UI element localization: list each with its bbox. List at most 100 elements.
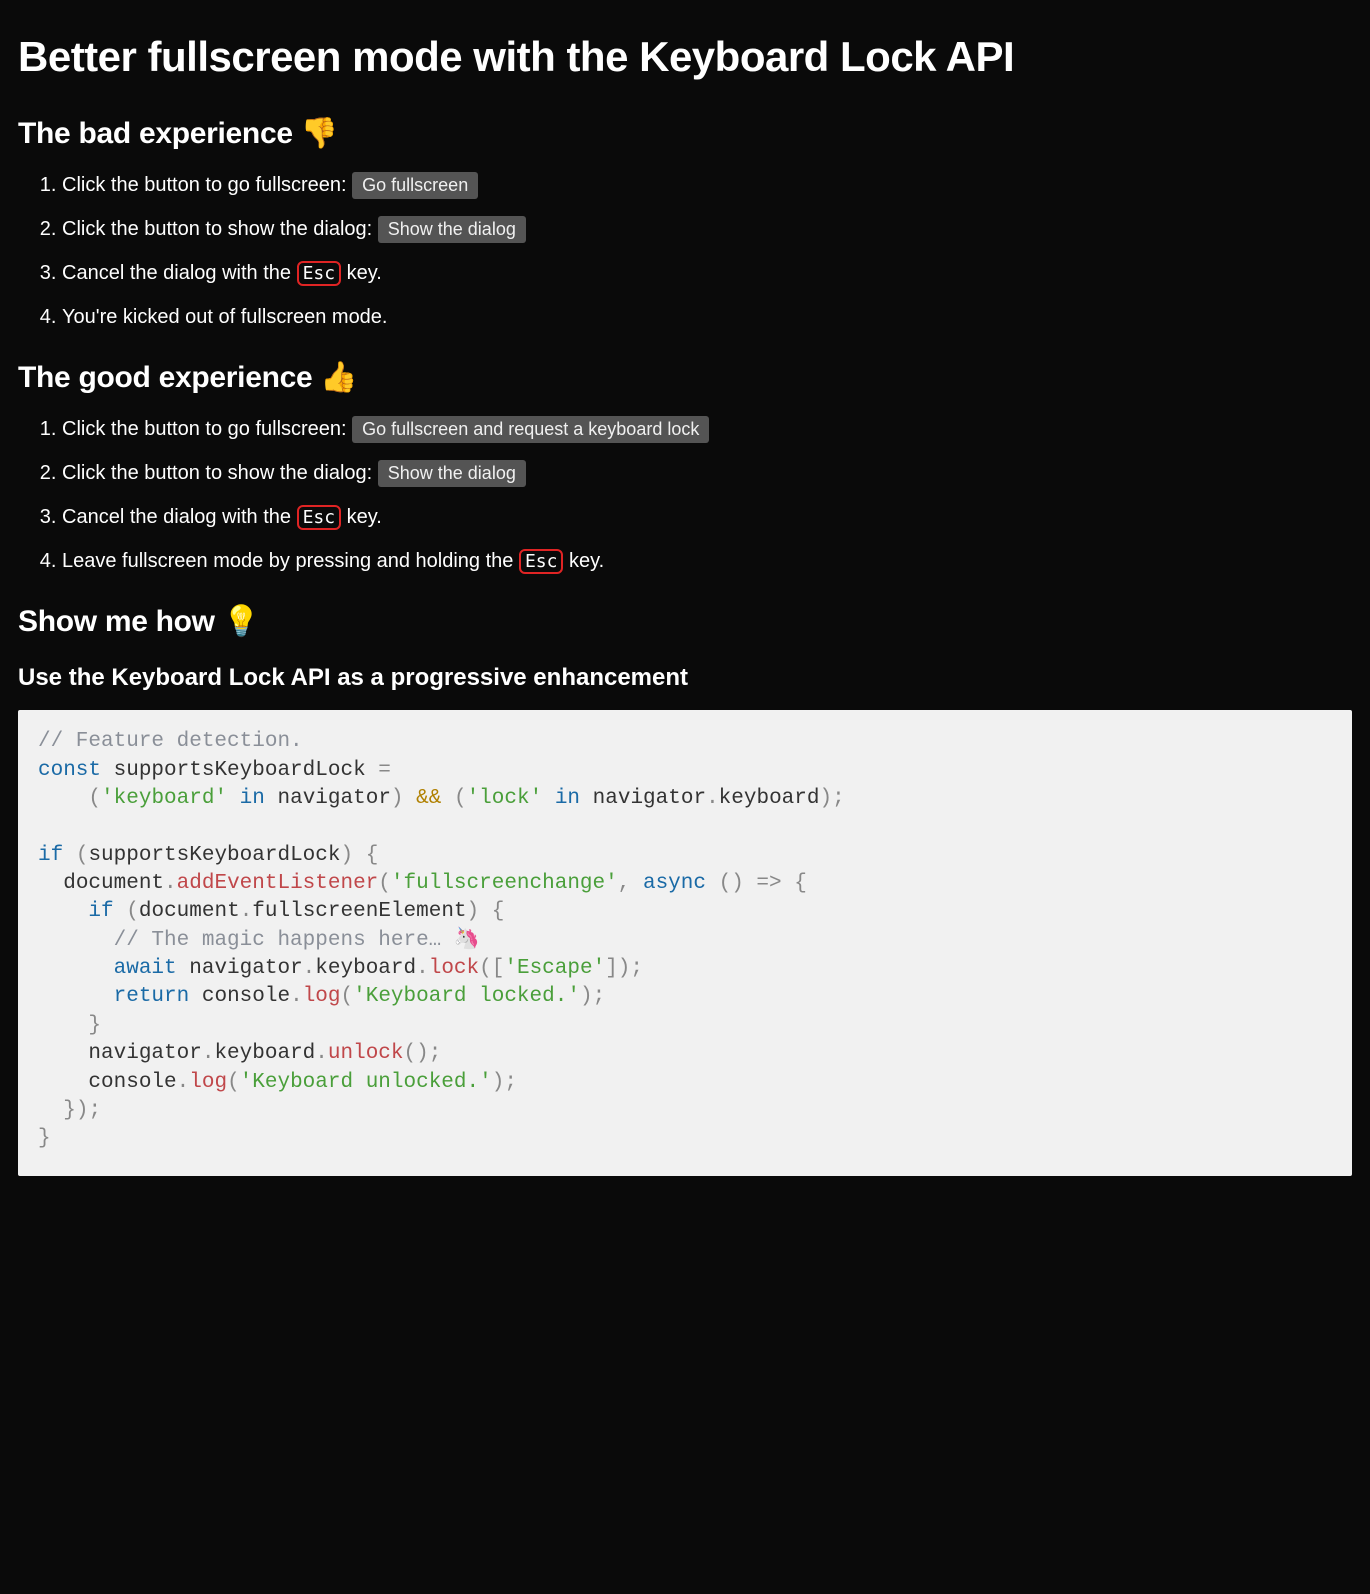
step-text: Click the button to show the dialog: bbox=[62, 218, 378, 240]
code-ident: console bbox=[202, 985, 290, 1008]
step-text: key. bbox=[341, 262, 382, 284]
code-punct: ) bbox=[76, 1099, 89, 1122]
esc-key: Esc bbox=[519, 549, 564, 575]
code-punct: ) bbox=[467, 900, 480, 923]
code-punct: ( bbox=[454, 787, 467, 810]
code-ident: navigator bbox=[189, 957, 302, 980]
show-dialog-button[interactable]: Show the dialog bbox=[378, 460, 526, 487]
code-punct: ) bbox=[416, 1042, 429, 1065]
step-text: Leave fullscreen mode by pressing and ho… bbox=[62, 550, 519, 572]
code-punct: } bbox=[38, 1127, 51, 1150]
code-punct: . bbox=[315, 1042, 328, 1065]
code-string: 'Keyboard locked.' bbox=[353, 985, 580, 1008]
code-fn: lock bbox=[429, 957, 479, 980]
code-ident: document bbox=[63, 872, 164, 895]
code-ident: document bbox=[139, 900, 240, 923]
list-item: Click the button to go fullscreen: Go fu… bbox=[62, 171, 1352, 199]
step-text: key. bbox=[563, 550, 604, 572]
code-punct: . bbox=[303, 957, 316, 980]
code-string: 'Escape' bbox=[504, 957, 605, 980]
page-title: Better fullscreen mode with the Keyboard… bbox=[18, 28, 1352, 87]
list-item: Leave fullscreen mode by pressing and ho… bbox=[62, 547, 1352, 575]
code-punct: . bbox=[177, 1071, 190, 1094]
how-heading: Show me how 💡 bbox=[18, 601, 1352, 643]
code-punct: ( bbox=[227, 1071, 240, 1094]
code-keyword: in bbox=[240, 787, 265, 810]
code-punct: { bbox=[794, 872, 807, 895]
code-punct: ; bbox=[832, 787, 845, 810]
code-punct: ( bbox=[126, 900, 139, 923]
step-text: Cancel the dialog with the bbox=[62, 262, 297, 284]
code-punct: , bbox=[618, 872, 631, 895]
code-ident: supportsKeyboardLock bbox=[88, 844, 340, 867]
code-punct: ( bbox=[719, 872, 732, 895]
code-punct: ) bbox=[492, 1071, 505, 1094]
code-string: 'Keyboard unlocked.' bbox=[240, 1071, 492, 1094]
code-ident: keyboard bbox=[214, 1042, 315, 1065]
good-steps-list: Click the button to go fullscreen: Go fu… bbox=[18, 415, 1352, 575]
code-punct: [ bbox=[492, 957, 505, 980]
code-keyword: return bbox=[114, 985, 190, 1008]
esc-key: Esc bbox=[297, 261, 342, 287]
step-text: Click the button to go fullscreen: bbox=[62, 418, 352, 440]
code-punct: ; bbox=[88, 1099, 101, 1122]
list-item: Cancel the dialog with the Esc key. bbox=[62, 259, 1352, 287]
code-keyword: async bbox=[643, 872, 706, 895]
step-text: key. bbox=[341, 506, 382, 528]
code-fn: log bbox=[303, 985, 341, 1008]
good-heading: The good experience 👍 bbox=[18, 357, 1352, 399]
code-punct: . bbox=[202, 1042, 215, 1065]
code-punct: . bbox=[416, 957, 429, 980]
code-keyword: if bbox=[88, 900, 113, 923]
list-item: Click the button to go fullscreen: Go fu… bbox=[62, 415, 1352, 443]
code-keyword: in bbox=[555, 787, 580, 810]
code-punct: ( bbox=[378, 872, 391, 895]
code-punct: ; bbox=[504, 1071, 517, 1094]
code-punct: { bbox=[492, 900, 505, 923]
go-fullscreen-lock-button[interactable]: Go fullscreen and request a keyboard loc… bbox=[352, 416, 709, 443]
list-item: Click the button to show the dialog: Sho… bbox=[62, 215, 1352, 243]
code-fn: addEventListener bbox=[177, 872, 379, 895]
code-ident: keyboard bbox=[719, 787, 820, 810]
code-op: = bbox=[378, 759, 391, 782]
esc-key: Esc bbox=[297, 505, 342, 531]
how-subheading: Use the Keyboard Lock API as a progressi… bbox=[18, 661, 1352, 695]
code-punct: ( bbox=[404, 1042, 417, 1065]
code-punct: ) bbox=[820, 787, 833, 810]
code-op: && bbox=[416, 787, 441, 810]
code-keyword: if bbox=[38, 844, 63, 867]
article: Better fullscreen mode with the Keyboard… bbox=[0, 0, 1370, 1216]
code-punct: ( bbox=[341, 985, 354, 1008]
code-punct: ; bbox=[630, 957, 643, 980]
code-punct: ) bbox=[340, 844, 353, 867]
code-punct: ) bbox=[391, 787, 404, 810]
code-punct: } bbox=[63, 1099, 76, 1122]
code-punct: ( bbox=[88, 787, 101, 810]
list-item: Click the button to show the dialog: Sho… bbox=[62, 459, 1352, 487]
code-ident: keyboard bbox=[315, 957, 416, 980]
code-punct: ( bbox=[479, 957, 492, 980]
code-punct: ) bbox=[618, 957, 631, 980]
code-keyword: const bbox=[38, 759, 101, 782]
code-punct: . bbox=[240, 900, 253, 923]
code-keyword: await bbox=[114, 957, 177, 980]
code-comment: // The magic happens here… 🦄 bbox=[114, 929, 480, 952]
bad-steps-list: Click the button to go fullscreen: Go fu… bbox=[18, 171, 1352, 331]
code-ident: supportsKeyboardLock bbox=[114, 759, 366, 782]
code-punct: . bbox=[706, 787, 719, 810]
code-punct: ; bbox=[593, 985, 606, 1008]
code-ident: navigator bbox=[278, 787, 391, 810]
step-text: Click the button to show the dialog: bbox=[62, 462, 378, 484]
code-comment: // Feature detection. bbox=[38, 730, 303, 753]
code-string: 'fullscreenchange' bbox=[391, 872, 618, 895]
show-dialog-button[interactable]: Show the dialog bbox=[378, 216, 526, 243]
code-ident: console bbox=[88, 1071, 176, 1094]
code-punct: ) bbox=[731, 872, 744, 895]
code-fn: unlock bbox=[328, 1042, 404, 1065]
code-punct: ) bbox=[580, 985, 593, 1008]
code-fn: log bbox=[189, 1071, 227, 1094]
code-punct: { bbox=[366, 844, 379, 867]
code-punct: ; bbox=[429, 1042, 442, 1065]
code-punct: } bbox=[88, 1014, 101, 1037]
go-fullscreen-button[interactable]: Go fullscreen bbox=[352, 172, 478, 199]
